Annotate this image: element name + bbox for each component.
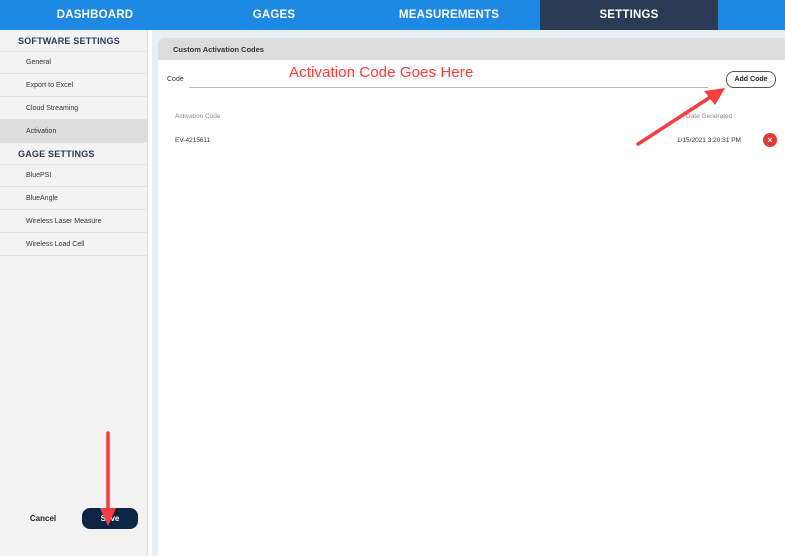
arrow-to-save-icon	[100, 431, 116, 526]
